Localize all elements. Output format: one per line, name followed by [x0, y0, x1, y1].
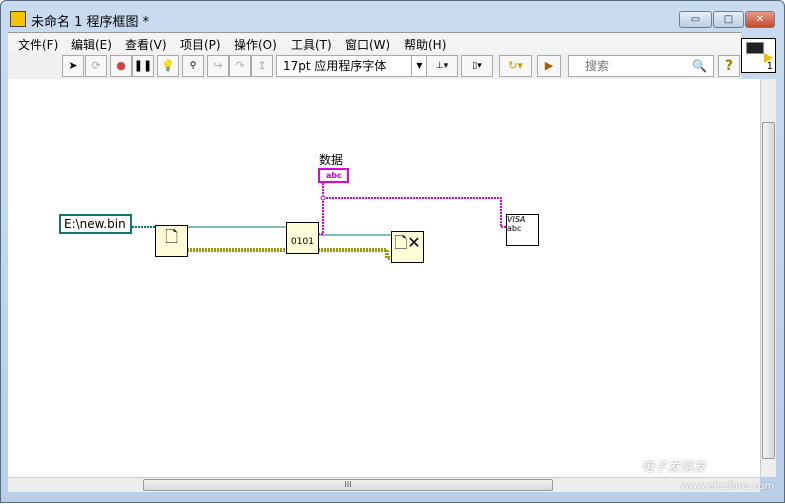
close-file-node[interactable]: 🗋✕ [391, 231, 424, 263]
write-binary-file-node[interactable]: 0101 [286, 222, 319, 254]
horizontal-scrollbar[interactable]: III [8, 477, 760, 492]
visa-label: VISA [507, 215, 526, 224]
vertical-scroll-thumb[interactable] [762, 122, 775, 459]
path-constant-value: E:\new.bin [64, 217, 126, 231]
wire-junction [320, 195, 326, 201]
vertical-scrollbar[interactable] [760, 79, 776, 477]
string-indicator[interactable]: abc [318, 168, 349, 183]
indicator-text: abc [326, 171, 342, 180]
window: 未命名 1 程序框图 * ▭ □ ✕ 文件(F) 编辑(E) 查看(V) 项目(… [0, 0, 785, 503]
watermark-url: www.elecfans.com [681, 481, 775, 492]
path-constant[interactable]: E:\new.bin [59, 214, 132, 234]
indicator-label: 数据 [319, 153, 344, 167]
write-node-text: 0101 [291, 237, 314, 247]
error-wire [318, 248, 391, 260]
open-file-node[interactable]: 🗋 [155, 225, 188, 257]
close-file-icon: 🗋✕ [394, 233, 421, 252]
new-file-icon: 🗋 [165, 227, 178, 246]
horizontal-scroll-thumb[interactable]: III [143, 479, 553, 491]
visa-sub-label: abc [507, 224, 522, 233]
watermark-cn: 电子发烧友 [641, 460, 707, 475]
string-wire [323, 197, 506, 228]
visa-write-node[interactable]: VISA abc [506, 214, 539, 246]
